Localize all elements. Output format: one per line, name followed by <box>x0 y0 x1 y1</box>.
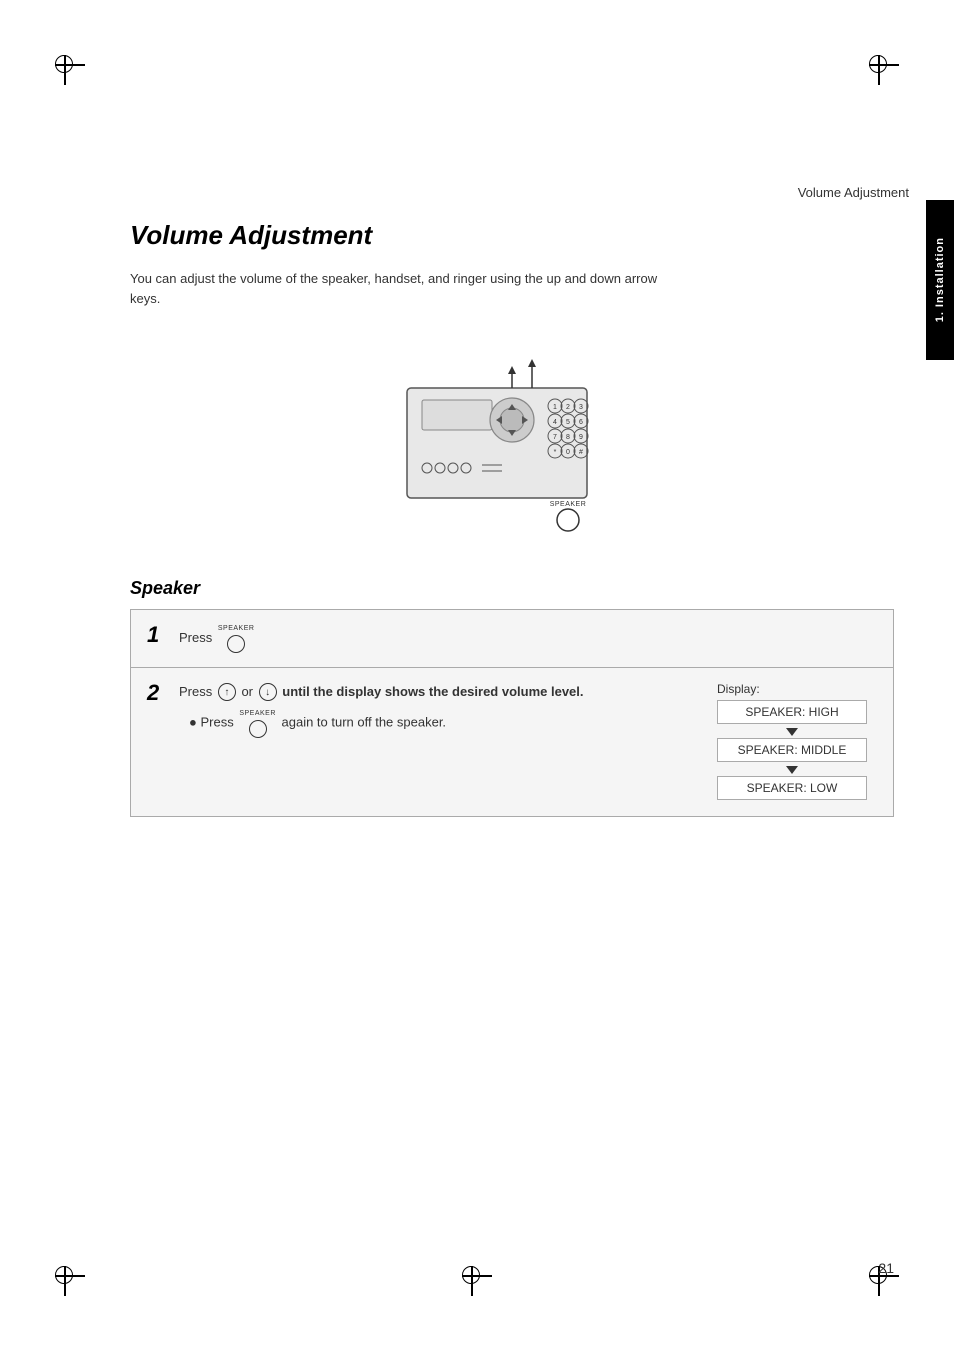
display-low: SPEAKER: LOW <box>717 776 867 800</box>
arrow-down-display-icon-2 <box>786 766 798 774</box>
step-2-display-area: Display: SPEAKER: HIGH SPEAKER: MIDDLE S… <box>717 682 877 802</box>
svg-text:3: 3 <box>579 404 583 411</box>
reg-mark-top-left <box>55 55 85 85</box>
speaker-button-icon-2: SPEAKER <box>239 709 276 738</box>
page-header: Volume Adjustment <box>798 185 909 200</box>
reg-mark-top-right <box>869 55 899 85</box>
reg-mark-bottom-left <box>55 1266 85 1296</box>
main-content: Volume Adjustment You can adjust the vol… <box>130 220 894 817</box>
svg-text:9: 9 <box>579 434 583 441</box>
svg-text:5: 5 <box>566 419 570 426</box>
step-1-content: Press SPEAKER <box>179 624 877 653</box>
reg-mark-bottom-mid <box>462 1266 492 1296</box>
step-2-main-text: Press ↑ or ↓ until the display shows the… <box>179 682 697 702</box>
phone-image: 1 2 3 4 5 6 7 8 9 * <box>347 338 677 548</box>
page-number: 21 <box>878 1260 894 1276</box>
svg-text:8: 8 <box>566 434 570 441</box>
step-1-number: 1 <box>147 624 169 646</box>
svg-text:SPEAKER: SPEAKER <box>550 501 587 508</box>
display-middle: SPEAKER: MIDDLE <box>717 738 867 762</box>
svg-text:*: * <box>554 449 557 456</box>
description-text: You can adjust the volume of the speaker… <box>130 269 690 308</box>
page-title: Volume Adjustment <box>130 220 894 251</box>
arrow-down-display-icon <box>786 728 798 736</box>
step-2-number: 2 <box>147 682 169 704</box>
step-2-bullet: ● Press SPEAKER again to turn off the sp… <box>179 709 697 738</box>
header-title: Volume Adjustment <box>798 185 909 200</box>
arrow-down-icon: ↓ <box>259 683 277 701</box>
steps-container: 1 Press SPEAKER 2 Press <box>130 609 894 817</box>
display-high: SPEAKER: HIGH <box>717 700 867 724</box>
step-2: 2 Press ↑ or ↓ until the display shows t… <box>131 668 893 816</box>
step-1: 1 Press SPEAKER <box>131 610 893 668</box>
step-2-left: Press ↑ or ↓ until the display shows the… <box>179 682 697 738</box>
svg-text:1: 1 <box>553 404 557 411</box>
svg-text:4: 4 <box>553 419 557 426</box>
phone-diagram: 1 2 3 4 5 6 7 8 9 * <box>130 338 894 548</box>
svg-text:6: 6 <box>579 419 583 426</box>
display-label: Display: <box>717 682 760 696</box>
svg-text:7: 7 <box>553 434 557 441</box>
tab-label: 1. Installation <box>934 237 946 322</box>
section-title: Speaker <box>130 578 894 599</box>
step-2-content: Press ↑ or ↓ until the display shows the… <box>179 682 877 802</box>
display-column: SPEAKER: HIGH SPEAKER: MIDDLE SPEAKER: L… <box>717 700 867 802</box>
step-2-with-display: Press ↑ or ↓ until the display shows the… <box>179 682 877 802</box>
svg-text:#: # <box>579 449 583 456</box>
step-1-text: Press SPEAKER <box>179 630 256 645</box>
svg-text:0: 0 <box>566 449 570 456</box>
speaker-button-icon-1: SPEAKER <box>218 624 255 653</box>
svg-text:2: 2 <box>566 404 570 411</box>
section-tab: 1. Installation <box>926 200 954 360</box>
arrow-up-icon: ↑ <box>218 683 236 701</box>
